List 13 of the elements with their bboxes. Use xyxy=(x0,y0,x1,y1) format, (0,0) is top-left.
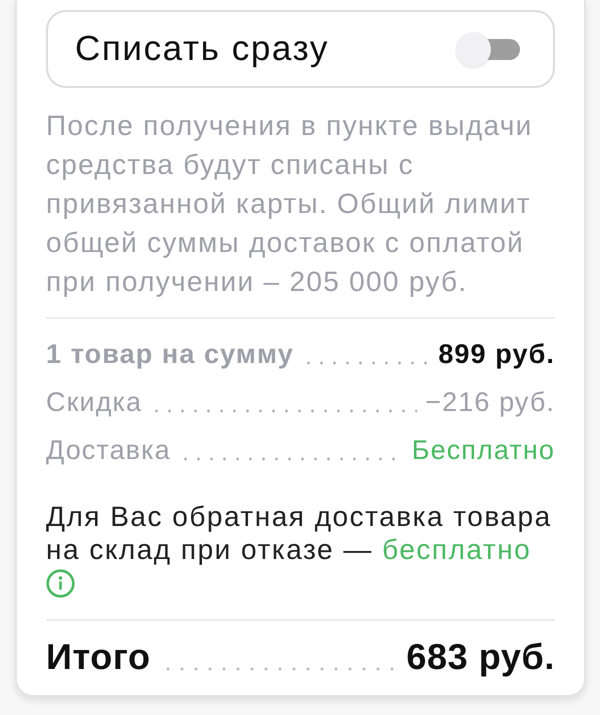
total-label: Итого xyxy=(46,635,151,679)
return-delivery-note: Для Вас обратная доставка товара на склад при отказе — бесплатно xyxy=(46,500,553,566)
info-icon[interactable] xyxy=(46,569,75,598)
subtotal-value: 899 руб. xyxy=(438,338,555,371)
toggle-switch[interactable] xyxy=(456,32,522,66)
discount-value: −216 руб. xyxy=(425,386,555,419)
subtotal-label: 1 товар на сумму xyxy=(46,338,294,371)
total-value: 683 руб. xyxy=(406,635,555,679)
delivery-value: Бесплатно xyxy=(412,434,555,467)
payment-note: После получения в пункте выдачи средства будут списаны с привязанной карты. Общий лимит общей суммы доставок с оплатой при получении – 205 000 руб. xyxy=(46,109,534,299)
discount-label: Скидка xyxy=(46,386,142,419)
option-label: Списать сразу xyxy=(75,29,329,69)
delivery-label: Доставка xyxy=(46,434,171,467)
